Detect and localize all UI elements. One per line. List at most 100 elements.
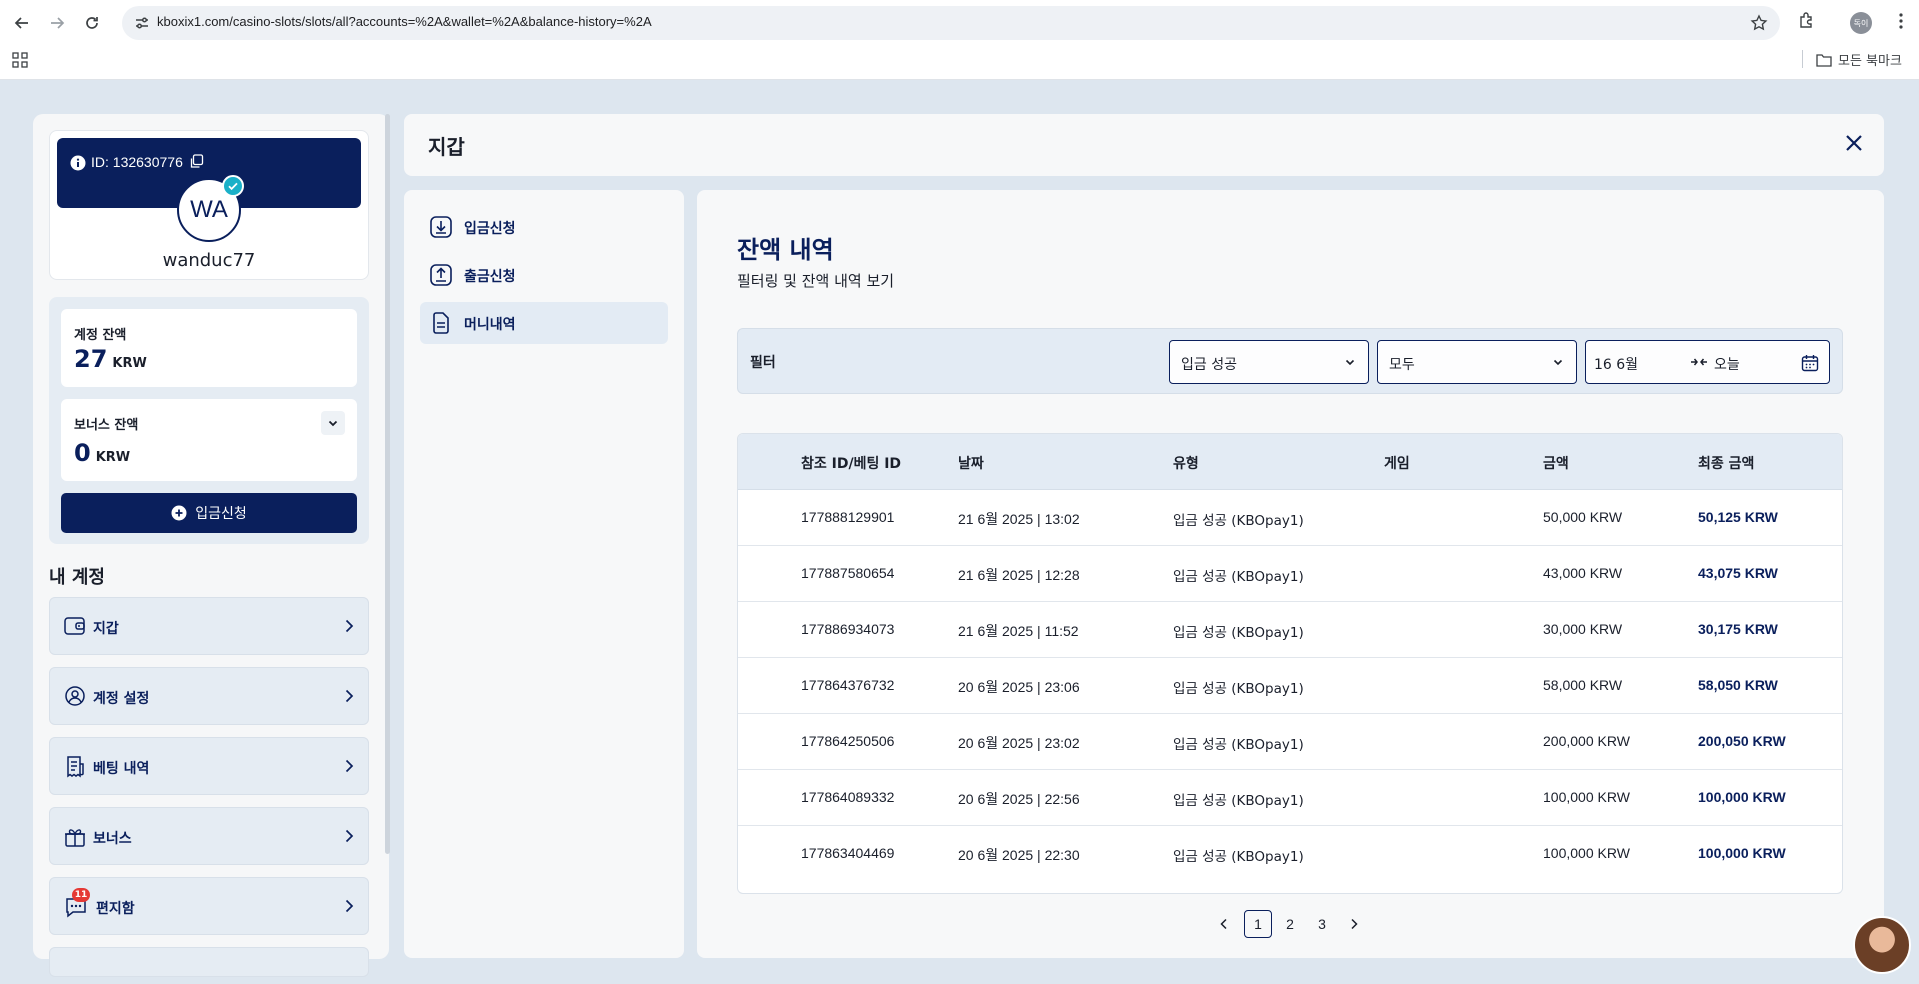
balance-history-table: 참조 ID/베팅 ID 날짜 유형 게임 금액 최종 금액 1778881299… — [737, 433, 1843, 894]
table-row: 177886934073 21 6월 2025 | 11:52 입금 성공 (K… — [738, 602, 1842, 658]
cell-type: 입금 성공 (KBOpay1) — [1173, 793, 1304, 809]
site-settings-icon[interactable] — [134, 15, 150, 31]
next-page-icon[interactable] — [1340, 910, 1368, 938]
browser-menu-icon[interactable] — [1893, 12, 1909, 30]
bonus-balance-card: 보너스 잔액 0 KRW — [61, 399, 357, 481]
user-id: ID: 132630776 — [91, 154, 183, 170]
column-header-final-amount: 최종 금액 — [1698, 456, 1755, 472]
username: wanduc77 — [162, 250, 256, 271]
wallet-nav-money-history[interactable]: 머니내역 — [420, 302, 668, 344]
date-from: 16 6월 — [1594, 357, 1639, 373]
page-button-1[interactable]: 1 — [1244, 910, 1272, 938]
table-row: 177887580654 21 6월 2025 | 12:28 입금 성공 (K… — [738, 546, 1842, 602]
bonus-balance-label: 보너스 잔액 — [74, 418, 139, 433]
wallet-nav-deposit[interactable]: 입금신청 — [420, 206, 668, 248]
my-account-title: 내 계정 — [49, 567, 105, 588]
sidebar-scrollbar[interactable] — [385, 114, 390, 854]
address-bar[interactable]: kboxix1.com/casino-slots/slots/all?accou… — [122, 6, 1780, 40]
cell-ref: 177863404469 — [801, 845, 895, 861]
filter-label: 필터 — [750, 355, 776, 371]
all-bookmarks-label: 모든 북마크 — [1838, 54, 1902, 69]
page-button-3[interactable]: 3 — [1308, 910, 1336, 938]
user-settings-icon — [64, 686, 86, 706]
wallet-nav-withdraw[interactable]: 출금신청 — [420, 254, 668, 296]
date-range-picker[interactable]: 16 6월 오늘 — [1585, 340, 1830, 384]
column-header-amount: 금액 — [1543, 456, 1569, 472]
balance-history-panel: 잔액 내역 필터링 및 잔액 내역 보기 필터 입금 성공 모두 16 6월 오… — [697, 190, 1884, 958]
cell-date: 21 6월 2025 | 12:28 — [958, 567, 1080, 583]
back-icon[interactable] — [10, 11, 34, 35]
cell-ref: 177864250506 — [801, 733, 895, 749]
arrows-in-icon — [1690, 356, 1708, 368]
gift-icon — [64, 826, 86, 848]
table-header: 참조 ID/베팅 ID 날짜 유형 게임 금액 최종 금액 — [738, 434, 1842, 490]
forward-icon[interactable] — [45, 11, 69, 35]
deposit-button[interactable]: 입금신청 — [61, 493, 357, 533]
account-balance-card: 계정 잔액 27 KRW — [61, 309, 357, 387]
browser-profile-avatar[interactable]: 독이 — [1850, 12, 1872, 34]
wallet-nav-label: 머니내역 — [464, 317, 516, 333]
cell-type: 입금 성공 (KBOpay1) — [1173, 625, 1304, 641]
filter-bar: 필터 입금 성공 모두 16 6월 오늘 — [737, 328, 1843, 394]
sidebar-item-inbox[interactable]: 11 편지함 — [49, 877, 369, 935]
cell-amount: 100,000 KRW — [1543, 789, 1630, 805]
page-button-2[interactable]: 2 — [1276, 910, 1304, 938]
copy-icon[interactable] — [189, 154, 204, 169]
account-balance-label: 계정 잔액 — [74, 328, 127, 343]
cell-type: 입금 성공 (KBOpay1) — [1173, 849, 1304, 865]
all-bookmarks-button[interactable]: 모든 북마크 — [1816, 50, 1902, 69]
cell-final-amount: 200,050 KRW — [1698, 733, 1786, 749]
section-title: 잔액 내역 — [737, 236, 834, 264]
type-filter-select[interactable]: 입금 성공 — [1169, 340, 1369, 384]
cell-final-amount: 58,050 KRW — [1698, 677, 1778, 693]
table-row: 177863404469 20 6월 2025 | 22:30 입금 성공 (K… — [738, 826, 1842, 882]
browser-chrome: kboxix1.com/casino-slots/slots/all?accou… — [0, 0, 1919, 80]
sidebar-item-account-settings[interactable]: 계정 설정 — [49, 667, 369, 725]
verified-check-icon — [222, 175, 244, 197]
cell-date: 20 6월 2025 | 22:56 — [958, 791, 1080, 807]
sidebar-item-betting-history[interactable]: 베팅 내역 — [49, 737, 369, 795]
section-subtitle: 필터링 및 잔액 내역 보기 — [737, 272, 895, 290]
cell-final-amount: 43,075 KRW — [1698, 565, 1778, 581]
column-header-game: 게임 — [1384, 456, 1410, 472]
cell-type: 입금 성공 (KBOpay1) — [1173, 569, 1304, 585]
table-row: 177888129901 21 6월 2025 | 13:02 입금 성공 (K… — [738, 490, 1842, 546]
chevron-right-icon — [344, 688, 354, 704]
sidebar-item-wallet[interactable]: 지갑 — [49, 597, 369, 655]
sidebar-item-label: 보너스 — [93, 831, 132, 847]
reload-icon[interactable] — [80, 11, 104, 35]
wallet-nav: 입금신청 출금신청 머니내역 — [404, 190, 684, 958]
cell-final-amount: 30,175 KRW — [1698, 621, 1778, 637]
chevron-right-icon — [344, 618, 354, 634]
apps-grid-icon[interactable] — [12, 52, 28, 68]
cell-ref: 177888129901 — [801, 509, 895, 525]
cell-type: 입금 성공 (KBOpay1) — [1173, 737, 1304, 753]
extensions-icon[interactable] — [1798, 11, 1816, 29]
column-header-date: 날짜 — [958, 456, 984, 472]
sidebar-item-label: 편지함 — [96, 901, 135, 917]
account-balance-value: 27 KRW — [74, 345, 147, 373]
cell-amount: 43,000 KRW — [1543, 565, 1623, 581]
cell-date: 21 6월 2025 | 13:02 — [958, 511, 1080, 527]
chevron-right-icon — [344, 758, 354, 774]
table-row: 177864250506 20 6월 2025 | 23:02 입금 성공 (K… — [738, 714, 1842, 770]
cell-ref: 177887580654 — [801, 565, 895, 581]
close-icon[interactable] — [1844, 133, 1864, 153]
calendar-icon[interactable] — [1801, 354, 1819, 372]
prev-page-icon[interactable] — [1210, 910, 1238, 938]
cell-type: 입금 성공 (KBOpay1) — [1173, 513, 1304, 529]
inbox-count-badge: 11 — [72, 888, 90, 902]
bonus-expand-button[interactable] — [321, 411, 345, 435]
cell-amount: 50,000 KRW — [1543, 509, 1623, 525]
cell-amount: 200,000 KRW — [1543, 733, 1630, 749]
column-header-ref: 참조 ID/베팅 ID — [801, 456, 902, 472]
cell-final-amount: 100,000 KRW — [1698, 845, 1786, 861]
receipt-icon — [64, 756, 86, 778]
sidebar-item-bonus[interactable]: 보너스 — [49, 807, 369, 865]
bookmark-star-icon[interactable] — [1750, 14, 1768, 32]
cell-amount: 30,000 KRW — [1543, 621, 1623, 637]
support-chat-avatar[interactable] — [1853, 916, 1911, 974]
game-filter-select[interactable]: 모두 — [1377, 340, 1577, 384]
sidebar-item-next[interactable] — [49, 947, 369, 977]
document-icon — [430, 312, 452, 334]
